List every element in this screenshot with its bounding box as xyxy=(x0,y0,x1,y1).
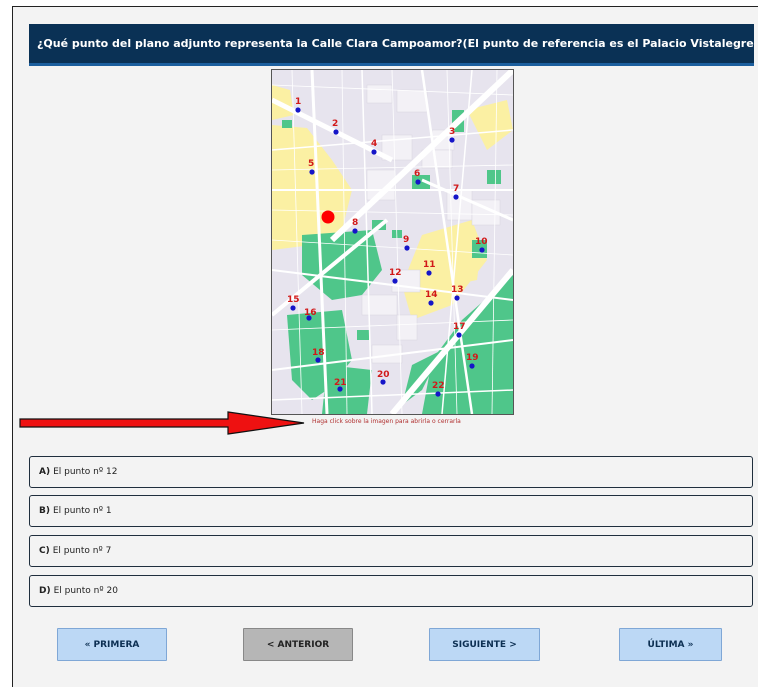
map-hint: Haga click sobre la imagen para abrirla … xyxy=(312,418,461,425)
point-label-7: 7 xyxy=(453,184,459,194)
option-letter: C) xyxy=(39,546,50,556)
first-button[interactable]: « PRIMERA xyxy=(57,628,167,661)
point-label-1: 1 xyxy=(295,97,301,107)
option-c[interactable]: C) El punto nº 7 xyxy=(29,535,753,567)
point-label-20: 20 xyxy=(377,370,390,380)
point-label-3: 3 xyxy=(449,127,455,137)
reference-marker xyxy=(321,210,335,224)
point-label-14: 14 xyxy=(425,290,438,300)
option-b[interactable]: B) El punto nº 1 xyxy=(29,495,753,527)
point-label-4: 4 xyxy=(371,139,377,149)
previous-button[interactable]: < ANTERIOR xyxy=(243,628,353,661)
option-d[interactable]: D) El punto nº 20 xyxy=(29,575,753,607)
option-a[interactable]: A) El punto nº 12 xyxy=(29,456,753,488)
option-text: El punto nº 1 xyxy=(52,506,112,516)
point-label-16: 16 xyxy=(304,308,317,318)
last-button[interactable]: ÚLTIMA » xyxy=(619,628,722,661)
point-label-2: 2 xyxy=(332,119,338,129)
point-label-13: 13 xyxy=(451,285,464,295)
point-label-19: 19 xyxy=(466,353,479,363)
option-letter: A) xyxy=(39,467,51,477)
point-label-9: 9 xyxy=(403,235,409,245)
street-map: 1 2 3 4 5 6 7 8 9 10 11 12 13 14 15 16 1… xyxy=(272,70,513,414)
option-letter: D) xyxy=(39,586,51,596)
option-text: El punto nº 20 xyxy=(53,586,118,596)
point-label-12: 12 xyxy=(389,268,402,278)
point-label-11: 11 xyxy=(423,260,436,270)
map-image[interactable]: 1 2 3 4 5 6 7 8 9 10 11 12 13 14 15 16 1… xyxy=(271,69,514,415)
option-text: El punto nº 7 xyxy=(52,546,112,556)
point-label-5: 5 xyxy=(308,159,314,169)
option-text: El punto nº 12 xyxy=(53,467,118,477)
option-letter: B) xyxy=(39,506,50,516)
point-label-22: 22 xyxy=(432,381,445,391)
question-header: ¿Qué punto del plano adjunto representa … xyxy=(29,24,754,66)
point-label-6: 6 xyxy=(414,169,420,179)
next-button[interactable]: SIGUIENTE > xyxy=(429,628,540,661)
red-arrow-icon xyxy=(19,411,305,435)
point-label-10: 10 xyxy=(475,237,488,247)
point-label-8: 8 xyxy=(352,218,358,228)
question-text: ¿Qué punto del plano adjunto representa … xyxy=(37,37,754,50)
point-label-15: 15 xyxy=(287,295,300,305)
point-label-18: 18 xyxy=(312,348,325,358)
point-label-17: 17 xyxy=(453,322,466,332)
point-label-21: 21 xyxy=(334,378,347,388)
